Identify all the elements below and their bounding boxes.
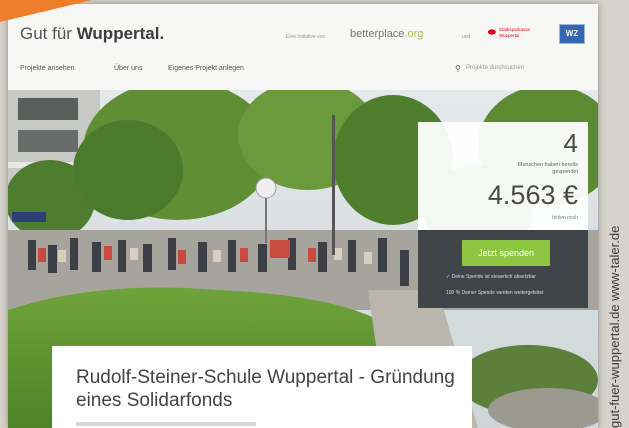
nav-eigenes-projekt[interactable]: Eigenes Projekt anlegen: [168, 65, 244, 72]
initiative-label: Eine Initiative von: [286, 34, 326, 40]
wz-logo[interactable]: WZ: [559, 24, 585, 44]
nav-ueber-uns[interactable]: Über uns: [114, 65, 142, 72]
donation-panel: 4 Menschen haben bereits gespendet 4.563…: [418, 122, 588, 308]
donor-count-label: Menschen haben bereits gespendet: [517, 162, 578, 175]
forwarding-note: 100 % Deiner Spende werden weitergeleite…: [446, 290, 544, 296]
project-title: Rudolf-Steiner-Schule Wuppertal - Gründu…: [76, 367, 455, 411]
donor-count: 4: [563, 128, 578, 158]
project-title-panel: Rudolf-Steiner-Schule Wuppertal - Gründu…: [52, 346, 472, 428]
sparkasse-icon: ⬬: [488, 27, 496, 37]
donate-button[interactable]: Jetzt spenden: [462, 240, 550, 266]
search-icon[interactable]: ⚲: [455, 64, 461, 73]
amount-remaining: 4.563 €: [487, 180, 578, 210]
tax-deductible-note: ✓ Deine Spende ist steuerlich absetzbar: [446, 274, 536, 280]
betterplace-logo[interactable]: betterplace.org: [350, 28, 423, 40]
webpage: Gut für Wuppertal. Eine Initiative von b…: [8, 4, 598, 428]
donation-stats: 4 Menschen haben bereits gespendet 4.563…: [418, 122, 588, 230]
sparkasse-logo[interactable]: Stadtsparkasse Wuppertal: [499, 27, 543, 39]
project-subtitle-placeholder: [76, 422, 256, 426]
source-caption: gut-fuer-wuppertal.de www-taler.de: [607, 225, 622, 428]
donation-actions: Jetzt spenden ✓ Deine Spende ist steuerl…: [418, 230, 588, 308]
und-label: und: [462, 34, 471, 40]
nav-projekte-ansehen[interactable]: Projekte ansehen: [20, 65, 74, 72]
site-header: Gut für Wuppertal. Eine Initiative von b…: [8, 4, 598, 92]
amount-remaining-label: fehlen noch: [552, 215, 578, 221]
orange-corner-decoration: [0, 0, 92, 22]
site-logo[interactable]: Gut für Wuppertal.: [20, 24, 164, 44]
search-input[interactable]: Projekte durchsuchen: [466, 65, 524, 71]
